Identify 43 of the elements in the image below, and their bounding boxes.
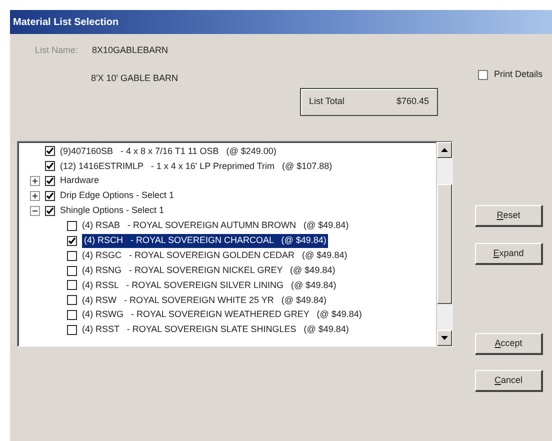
checkbox[interactable]	[67, 310, 77, 320]
scrollbar[interactable]	[436, 142, 452, 346]
item-label[interactable]: (4) RSGC - ROYAL SOVEREIGN GOLDEN CEDAR (@ $49.84)	[82, 248, 348, 262]
checkbox[interactable]	[67, 250, 77, 261]
item-label[interactable]: (4) RSAB - ROYAL SOVEREIGN AUTUMN BROWN (@ $49.84)	[82, 219, 349, 233]
checkbox[interactable]	[45, 146, 55, 156]
group-label[interactable]: Drip Edge Options - Select 1	[60, 189, 174, 203]
expand-toggle[interactable]	[30, 176, 40, 186]
total-value: $760.45	[396, 95, 429, 108]
collapse-toggle[interactable]	[30, 206, 40, 216]
item-label[interactable]: (4) RSST - ROYAL SOVEREIGN SLATE SHINGLES (@ $49.84)	[82, 323, 349, 337]
checkbox[interactable]	[67, 325, 77, 336]
item-label[interactable]: (4) RSNG - ROYAL SOVEREIGN NICKEL GREY (@ $49.84)	[82, 264, 336, 278]
group-label[interactable]: Hardware	[60, 174, 100, 188]
list-name: 8X10GABLEBARN	[92, 44, 168, 57]
checkbox[interactable]	[67, 295, 77, 306]
checkbox[interactable]	[45, 176, 55, 186]
group-label[interactable]: Shingle Options - Select 1	[60, 204, 164, 218]
checkbox[interactable]	[67, 236, 77, 246]
list-description: 8'X 10' GABLE BARN	[91, 72, 178, 82]
dialog-button[interactable]: Cancel	[475, 370, 543, 392]
checkbox[interactable]	[67, 280, 77, 290]
up-arrow-icon[interactable]	[441, 148, 448, 152]
checkbox[interactable]	[67, 266, 77, 276]
dialog-button[interactable]: Expand	[475, 243, 543, 265]
item-label[interactable]: (4) RSSL - ROYAL SOVEREIGN SILVER LINING (@ $49.84)	[82, 278, 336, 292]
item-label[interactable]: (9)407160SB - 4 x 8 x 7/16 T1 11 OSB (@ $249.00)	[60, 144, 276, 158]
checkbox[interactable]	[67, 220, 77, 231]
field-label: List Name:	[35, 44, 78, 57]
dialog-button[interactable]: Reset	[475, 205, 543, 227]
down-arrow-icon[interactable]	[441, 336, 448, 340]
checkbox[interactable]	[45, 206, 55, 216]
checkbox[interactable]	[45, 161, 55, 172]
item-label[interactable]: (12) 1416ESTRIMLP - 1 x 4 x 16' LP Preprimed Trim (@ $107.88)	[60, 160, 332, 174]
dialog-button[interactable]: Accept	[475, 333, 543, 355]
expand-toggle[interactable]	[30, 191, 40, 202]
item-label[interactable]: (4) RSWG - ROYAL SOVEREIGN WEATHERED GREY (@ $49.84)	[82, 308, 362, 322]
item-label[interactable]: (4) RSCH - ROYAL SOVEREIGN CHARCOAL (@ $49.84)	[82, 234, 328, 248]
total-label: List Total	[309, 95, 344, 108]
window-title: Material List Selection	[12, 16, 119, 30]
checkbox[interactable]	[45, 191, 55, 202]
print-details-checkbox[interactable]: Print Details	[478, 68, 543, 82]
item-label[interactable]: (4) RSW - ROYAL SOVEREIGN WHITE 25 YR (@ $49.84)	[82, 294, 327, 308]
